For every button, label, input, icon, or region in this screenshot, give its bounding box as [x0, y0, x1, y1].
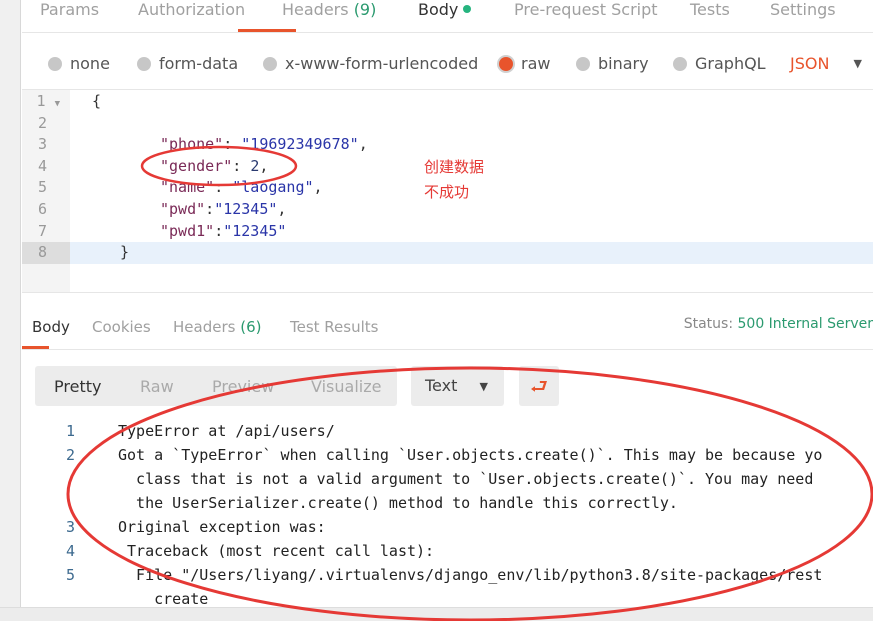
tab-label: Headers	[173, 318, 236, 336]
headers-count: (9)	[353, 0, 377, 19]
radio-circle	[263, 56, 277, 71]
line-number: 5	[37, 178, 47, 197]
radio-label: GraphQL	[695, 54, 766, 73]
tab-headers-label: Headers	[282, 0, 349, 19]
response-text: File "/Users/liyang/.virtualenvs/django_…	[118, 566, 823, 584]
response-tab-test-results[interactable]: Test Results	[290, 318, 378, 336]
editor-line: 7 "pwd1":"12345"	[22, 221, 873, 243]
tab-tests[interactable]: Tests	[690, 0, 730, 19]
tab-headers[interactable]: Headers (9)	[282, 0, 376, 19]
tab-pre-request-script[interactable]: Pre-request Script	[514, 0, 658, 19]
chevron-down-icon: ▼	[479, 380, 488, 393]
active-tab-underline	[22, 346, 49, 349]
view-visualize[interactable]: Visualize	[311, 377, 381, 396]
tab-params[interactable]: Params	[40, 0, 99, 19]
code-text: "pwd":"12345",	[160, 200, 287, 218]
radio-label: form-data	[159, 54, 239, 73]
radio-x-www-form-urlencoded[interactable]: x-www-form-urlencoded	[263, 54, 478, 73]
line-number: 3	[37, 135, 47, 154]
view-raw[interactable]: Raw	[140, 377, 174, 396]
radio-circle	[576, 56, 590, 71]
annotation-note: 创建数据 不成功	[424, 158, 485, 201]
response-text: the UserSerializer.create() method to ha…	[118, 494, 678, 512]
editor-line: 1 ▼{	[22, 91, 873, 113]
radio-label: none	[70, 54, 110, 73]
active-tab-underline	[238, 29, 296, 32]
response-text: class that is not a valid argument to `U…	[118, 470, 814, 488]
status-value: 500 Internal Server	[737, 316, 873, 332]
view-pretty[interactable]: Pretty	[54, 377, 101, 396]
view-mode-segmented-control: Pretty Raw Preview Visualize	[35, 366, 397, 406]
left-sidebar-edge	[0, 0, 21, 621]
radio-label: binary	[598, 54, 649, 73]
editor-line-active: 8}	[22, 242, 873, 264]
response-tab-body[interactable]: Body	[32, 318, 70, 336]
wrap-lines-button[interactable]: ⮐	[519, 366, 559, 406]
response-tab-headers[interactable]: Headers (6)	[173, 318, 261, 336]
line-number: 3	[66, 518, 76, 536]
line-number: 4	[37, 156, 47, 175]
radio-circle-selected	[499, 56, 513, 71]
chevron-down-icon: ▼	[853, 57, 862, 70]
bottom-scrollbar[interactable]	[0, 607, 873, 621]
radio-raw[interactable]: raw	[499, 54, 550, 73]
radio-none[interactable]: none	[48, 54, 110, 73]
code-text: {	[92, 92, 102, 110]
radio-binary[interactable]: binary	[576, 54, 649, 73]
radio-label: raw	[521, 54, 551, 73]
response-tab-cookies[interactable]: Cookies	[92, 318, 151, 336]
response-tabs: Body Cookies Headers (6) Test Results St…	[22, 312, 873, 350]
response-format-select[interactable]: Text ▼	[411, 366, 504, 406]
radio-label: x-www-form-urlencoded	[285, 54, 479, 73]
radio-circle	[137, 56, 151, 71]
line-number: 2	[66, 446, 76, 464]
code-text: "gender": 2,	[160, 156, 269, 175]
format-select[interactable]: JSON ▼	[790, 54, 862, 73]
fold-arrow-icon[interactable]: ▼	[55, 99, 60, 109]
code-text: "name": "laogang",	[160, 178, 323, 197]
response-text: TypeError at /api/users/	[118, 422, 335, 440]
radio-circle	[673, 56, 687, 71]
code-text: }	[120, 243, 130, 262]
response-text: Traceback (most recent call last):	[118, 542, 435, 560]
line-number: 7	[37, 221, 47, 240]
wrap-icon: ⮐	[530, 374, 548, 398]
view-preview[interactable]: Preview	[212, 377, 274, 396]
tab-body[interactable]: Body	[418, 0, 472, 19]
radio-circle	[48, 56, 62, 71]
headers-count: (6)	[240, 318, 262, 336]
radio-graphql[interactable]: GraphQL	[673, 54, 766, 73]
line-number: 6	[37, 200, 47, 218]
response-text: create	[118, 590, 209, 607]
tab-authorization[interactable]: Authorization	[138, 0, 245, 19]
response-text: Original exception was:	[118, 518, 326, 536]
response-text: Got a `TypeError` when calling `User.obj…	[118, 446, 823, 464]
response-status: Status: 500 Internal Server	[683, 316, 873, 332]
format-value: Text	[425, 376, 458, 395]
editor-line: 3 "phone": "19692349678",	[22, 134, 873, 156]
editor-line: 2	[22, 113, 873, 135]
request-tabs: Params Authorization Headers (9) Body Pr…	[22, 0, 873, 33]
code-text: "phone": "19692349678",	[160, 135, 368, 154]
line-number: 4	[66, 542, 76, 560]
format-select-value: JSON	[790, 54, 830, 73]
line-number: 8	[22, 242, 70, 264]
line-number: 2	[37, 113, 47, 132]
tab-body-label: Body	[418, 0, 459, 19]
tab-settings[interactable]: Settings	[770, 0, 836, 19]
line-number: 5	[66, 566, 76, 584]
response-body[interactable]: 1 TypeError at /api/users/2 Got a `TypeErr…	[22, 419, 873, 607]
line-number: 1	[66, 422, 76, 440]
code-text: "pwd1":"12345"	[160, 221, 287, 240]
body-indicator-dot	[463, 5, 472, 13]
radio-form-data[interactable]: form-data	[137, 54, 238, 73]
